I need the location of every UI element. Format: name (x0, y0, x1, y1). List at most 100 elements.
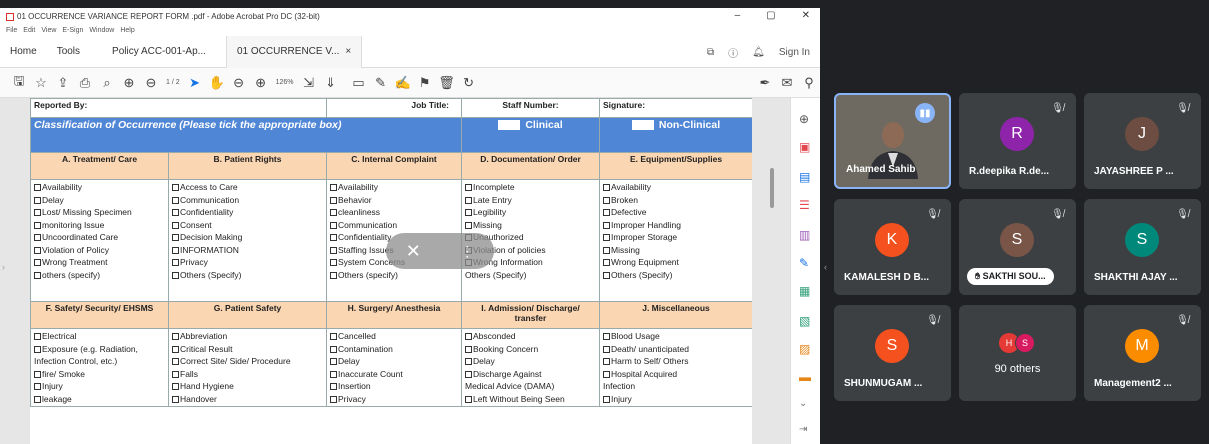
option-checkbox[interactable] (603, 370, 610, 378)
close-button[interactable]: ✕ (802, 10, 810, 21)
option-item[interactable]: Wrong Equipment (603, 256, 749, 269)
option-checkbox[interactable] (603, 333, 610, 340)
menu-help[interactable]: Help (120, 27, 134, 34)
option-item[interactable]: Privacy (172, 256, 323, 269)
option-item[interactable]: Electrical (34, 330, 165, 343)
menu-edit[interactable]: Edit (23, 27, 35, 34)
rotate-icon[interactable]: ↻ (458, 75, 480, 91)
grid-collapse-icon[interactable]: ‹ (824, 262, 827, 272)
option-item[interactable]: Insertion (330, 380, 458, 393)
option-item[interactable]: Infection (603, 380, 749, 393)
page-up-icon[interactable]: ⊕ (118, 75, 140, 91)
option-item[interactable]: Others (Specify) (465, 269, 596, 282)
close-overlay-icon[interactable]: ✕ (406, 241, 421, 262)
option-checkbox[interactable] (465, 370, 472, 378)
hand-icon[interactable]: ✋ (206, 75, 228, 91)
option-checkbox[interactable] (603, 259, 610, 266)
stamp-icon[interactable]: ⚑ (414, 75, 436, 91)
compare-icon[interactable]: ▧ (799, 314, 810, 328)
option-item[interactable]: Hospital Acquired (603, 368, 749, 381)
option-checkbox[interactable] (172, 246, 179, 254)
option-item[interactable]: fire/ Smoke (34, 368, 165, 381)
option-checkbox[interactable] (465, 184, 472, 191)
option-item[interactable]: Late Entry (465, 194, 596, 207)
option-item[interactable]: Discharge Against (465, 368, 596, 381)
option-item[interactable]: Consent (172, 219, 323, 232)
comment-icon[interactable]: ▭ (348, 75, 370, 91)
participant-tile-2[interactable]: 🎙︎̸ R R.deepika R.de... (959, 93, 1076, 189)
menu-window[interactable]: Window (89, 27, 114, 34)
bell-icon[interactable]: 🔔︎ (752, 47, 765, 58)
others-tile[interactable]: H S 90 others (959, 305, 1076, 401)
option-checkbox[interactable] (34, 345, 41, 353)
draw-icon[interactable]: ✍ (392, 75, 414, 91)
comment-tool-icon[interactable]: ▬ (799, 370, 811, 384)
option-item[interactable]: Behavior (330, 194, 458, 207)
option-item[interactable]: Uncoordinated Care (34, 231, 165, 244)
option-checkbox[interactable] (172, 395, 179, 403)
option-checkbox[interactable] (34, 184, 41, 191)
option-checkbox[interactable] (34, 246, 41, 254)
option-item[interactable]: Missing (603, 244, 749, 257)
option-item[interactable]: monitoring Issue (34, 219, 165, 232)
option-item[interactable]: Death/ unanticipated (603, 343, 749, 356)
option-item[interactable]: Delay (465, 355, 596, 368)
option-item[interactable]: Hand Hygiene (172, 380, 323, 393)
option-checkbox[interactable] (172, 184, 179, 191)
option-item[interactable]: Cancelled (330, 330, 458, 343)
zoom-level[interactable]: 126% (272, 79, 298, 86)
option-checkbox[interactable] (603, 209, 610, 216)
sign-in-link[interactable]: Sign In (779, 47, 810, 58)
vertical-scrollbar[interactable] (770, 168, 774, 208)
option-checkbox[interactable] (330, 246, 337, 254)
page-down-icon[interactable]: ⊖ (140, 75, 162, 91)
option-item[interactable]: Communication (330, 219, 458, 232)
option-item[interactable]: Improper Handling (603, 219, 749, 232)
option-checkbox[interactable] (34, 221, 41, 229)
option-item[interactable]: INFORMATION (172, 244, 323, 257)
option-item[interactable]: cleanliness (330, 206, 458, 219)
help-icon[interactable]: ⓘ (728, 45, 738, 60)
option-item[interactable]: others (specify) (34, 269, 165, 282)
expand-panel-icon[interactable]: ⇥ (799, 424, 807, 435)
option-checkbox[interactable] (330, 221, 337, 229)
clinical-checkbox[interactable] (498, 120, 521, 130)
option-item[interactable]: Absconded (465, 330, 596, 343)
star-icon[interactable]: ☆ (30, 75, 52, 91)
option-checkbox[interactable] (603, 395, 610, 403)
option-checkbox[interactable] (34, 196, 41, 204)
create-pdf-icon[interactable]: ▣ (799, 140, 810, 154)
option-checkbox[interactable] (603, 221, 610, 229)
option-checkbox[interactable] (330, 209, 337, 216)
option-checkbox[interactable] (172, 234, 179, 241)
option-checkbox[interactable] (34, 209, 41, 216)
non-clinical-option[interactable]: Non-Clinical (599, 117, 752, 153)
menu-esign[interactable]: E-Sign (62, 27, 83, 34)
option-checkbox[interactable] (465, 333, 472, 340)
option-item[interactable]: Availability (603, 181, 749, 194)
option-checkbox[interactable] (172, 345, 179, 353)
option-checkbox[interactable] (172, 333, 179, 340)
participant-tile-7[interactable]: 🎙︎̸ S SHUNMUGAM ... (834, 305, 951, 401)
export-pdf-icon[interactable]: ▥ (799, 228, 810, 242)
participant-tile-6[interactable]: 🎙︎̸ S SHAKTHI AJAY ... (1084, 199, 1201, 295)
non-clinical-checkbox[interactable] (631, 120, 654, 130)
participant-tile-3[interactable]: 🎙︎̸ J JAYASHREE P ... (1084, 93, 1201, 189)
option-checkbox[interactable] (330, 196, 337, 204)
delete-icon[interactable]: 🗑︎ (436, 75, 458, 91)
scan-icon[interactable]: ▨ (799, 342, 810, 356)
scroll-mode-icon[interactable]: ⇓ (320, 75, 342, 91)
option-item[interactable]: Access to Care (172, 181, 323, 194)
option-checkbox[interactable] (34, 370, 41, 378)
edit-pdf-icon[interactable]: ▤ (799, 170, 810, 184)
option-checkbox[interactable] (603, 345, 610, 353)
page-indicator[interactable]: 1 / 2 (162, 79, 184, 86)
option-checkbox[interactable] (465, 221, 472, 229)
option-checkbox[interactable] (330, 358, 337, 365)
option-checkbox[interactable] (172, 196, 179, 204)
search-icon[interactable]: ⌕ (96, 75, 118, 91)
tab-occurrence[interactable]: 01 OCCURRENCE V... × (225, 35, 363, 68)
save-icon[interactable]: 🖫 (8, 72, 30, 94)
option-checkbox[interactable] (603, 196, 610, 204)
option-checkbox[interactable] (172, 358, 179, 365)
